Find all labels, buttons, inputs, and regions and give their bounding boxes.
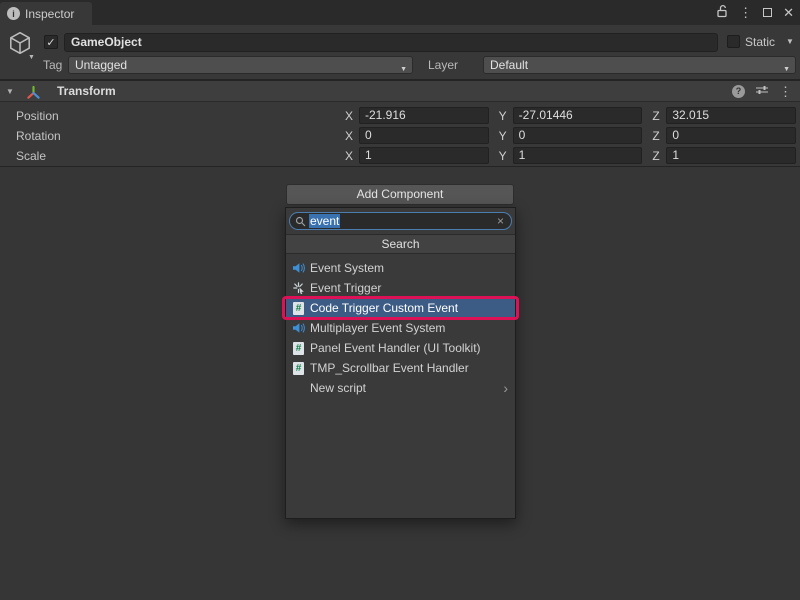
chevron-right-icon: › [503,381,515,395]
kebab-menu-icon[interactable]: ⋮ [739,6,752,19]
window-controls: ⋮ ✕ [716,0,794,25]
list-item-label: Event Trigger [310,281,381,295]
list-item-label: New script [310,381,366,395]
list-item-multiplayer-event-system[interactable]: Multiplayer Event System [286,318,515,338]
list-item-event-trigger[interactable]: Event Trigger [286,278,515,298]
dropdown-caret-icon: ▼ [783,62,790,78]
list-item-new-script[interactable]: New script › [286,378,515,398]
unlock-icon[interactable] [716,4,728,21]
rotation-row: Rotation X0 Y0 Z0 [0,126,800,146]
gameobject-header: ▼ ✓ GameObject Static ▼ Tag Untagged ▼ L… [0,25,800,80]
layer-label: Layer [428,58,458,72]
position-z-field[interactable]: 32.015 [666,107,796,124]
position-row: Position X -21.916 Y -27.01446 Z 32.015 [0,106,800,126]
list-item-label: Event System [310,261,384,275]
list-item-label: Multiplayer Event System [310,321,445,335]
script-icon: # [292,302,305,315]
scale-row: Scale X1 Y1 Z1 [0,146,800,166]
tab-inspector[interactable]: i Inspector [0,2,92,25]
transform-header[interactable]: ▼ Transform ? ⋮ [0,80,800,102]
rotation-z-field[interactable]: 0 [666,127,796,144]
component-list: Event System Event Trigger # Cod [286,258,515,398]
add-component-popup: event × Search Event System [285,207,516,519]
rotation-y-field[interactable]: 0 [513,127,643,144]
gameobject-name-field[interactable]: GameObject [64,33,718,52]
rotation-label: Rotation [0,129,61,143]
static-checkbox[interactable] [727,35,740,48]
layer-value: Default [490,58,528,72]
dropdown-caret-icon: ▼ [400,62,407,78]
list-item-code-trigger-custom-event[interactable]: # Code Trigger Custom Event [286,298,515,318]
script-icon: # [292,362,305,375]
y-axis-label: Y [499,109,508,123]
z-axis-label: Z [652,129,661,143]
list-item-label: Panel Event Handler (UI Toolkit) [310,341,481,355]
add-component-button[interactable]: Add Component [286,184,514,205]
event-system-icon [292,322,305,334]
tag-dropdown[interactable]: Untagged ▼ [68,56,413,74]
foldout-icon[interactable]: ▼ [6,87,14,96]
tag-label: Tag [43,58,62,72]
kebab-menu-icon[interactable]: ⋮ [779,85,792,98]
tag-value: Untagged [75,58,127,72]
layer-dropdown[interactable]: Default ▼ [483,56,796,74]
list-item-label: TMP_Scrollbar Event Handler [310,361,469,375]
x-axis-label: X [345,109,354,123]
tab-label: Inspector [25,7,74,21]
transform-body: Position X -21.916 Y -27.01446 Z 32.015 Rot… [0,103,800,166]
scale-x-field[interactable]: 1 [359,147,489,164]
component-search-input[interactable]: event × [289,212,512,230]
check-mark: ✓ [46,36,55,49]
list-item-event-system[interactable]: Event System [286,258,515,278]
scale-z-field[interactable]: 1 [666,147,796,164]
y-axis-label: Y [499,149,508,163]
position-label: Position [0,109,59,123]
tab-bar: i Inspector ⋮ ✕ [0,0,800,25]
close-icon[interactable]: ✕ [783,6,794,19]
list-item-tmp-scrollbar-event-handler[interactable]: # TMP_Scrollbar Event Handler [286,358,515,378]
static-label: Static [745,35,775,49]
help-icon[interactable]: ? [732,85,745,98]
info-icon: i [7,7,20,20]
scale-y-field[interactable]: 1 [513,147,643,164]
position-x-field[interactable]: -21.916 [359,107,489,124]
static-caret-icon[interactable]: ▼ [786,37,794,46]
active-checkbox[interactable]: ✓ [44,35,58,49]
search-text-selected: event [309,214,340,228]
clear-search-icon[interactable]: × [497,214,504,228]
x-axis-label: X [345,129,354,143]
presets-icon[interactable] [755,84,769,99]
list-item-label: Code Trigger Custom Event [310,301,458,315]
cube-caret-icon: ▼ [28,54,35,61]
search-section-header: Search [286,234,515,254]
rotation-x-field[interactable]: 0 [359,127,489,144]
search-icon [295,216,306,227]
event-trigger-icon [292,282,305,294]
transform-axes-icon [26,85,41,103]
transform-header-actions: ? ⋮ [732,84,792,99]
script-icon: # [292,342,305,355]
scale-label: Scale [0,149,46,163]
z-axis-label: Z [652,149,661,163]
list-item-panel-event-handler[interactable]: # Panel Event Handler (UI Toolkit) [286,338,515,358]
position-y-field[interactable]: -27.01446 [513,107,643,124]
z-axis-label: Z [652,109,661,123]
x-axis-label: X [345,149,354,163]
gameobject-cube-icon[interactable]: ▼ [7,30,37,62]
y-axis-label: Y [499,129,508,143]
event-system-icon [292,262,305,274]
transform-title: Transform [57,84,116,98]
maximize-icon[interactable] [763,8,772,17]
